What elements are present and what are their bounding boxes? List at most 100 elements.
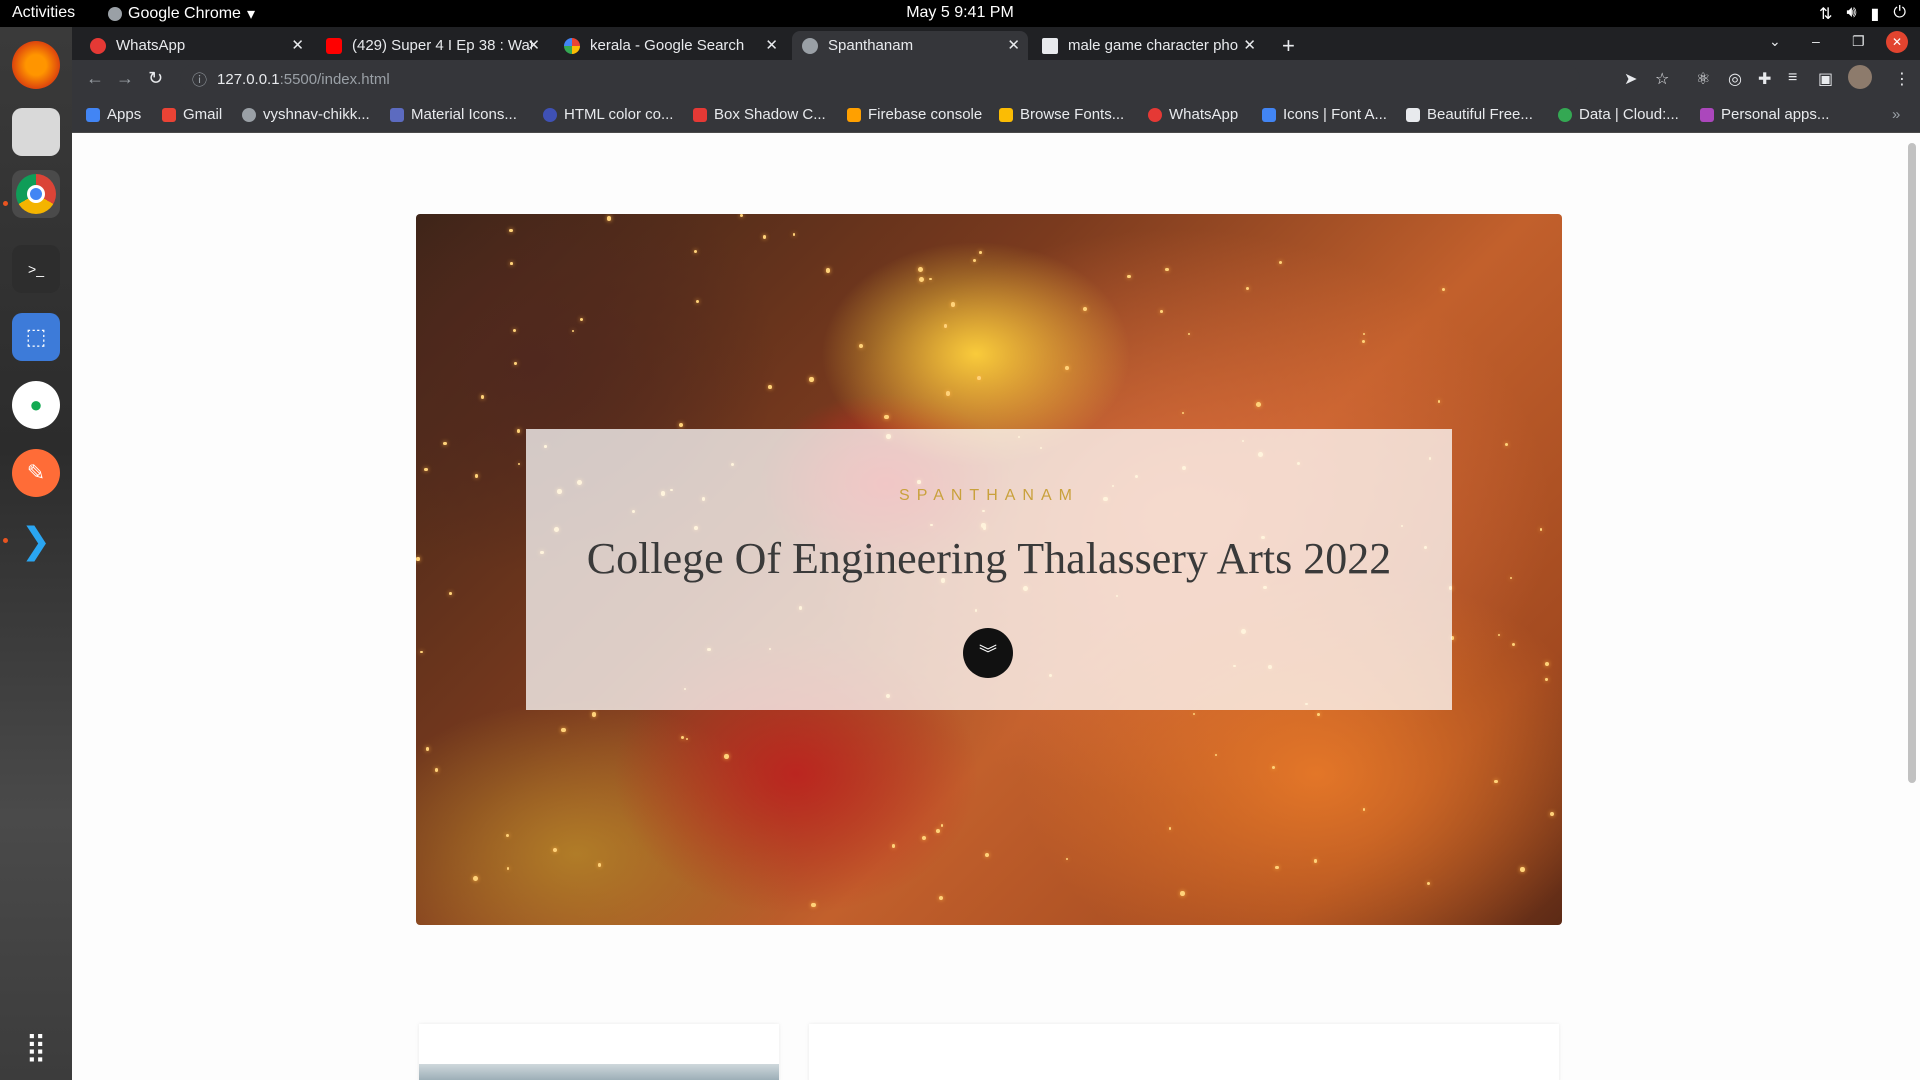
- spark-particle: [1214, 753, 1218, 757]
- close-icon[interactable]: ✕: [1007, 36, 1020, 54]
- address-bar[interactable]: ⓘ 127.0.0.1:5500/index.html: [180, 64, 1580, 94]
- bookmark-box-shadow[interactable]: Box Shadow C...: [693, 106, 826, 123]
- spark-particle: [938, 895, 944, 901]
- back-arrow-icon[interactable]: ←: [86, 68, 104, 89]
- spark-particle: [922, 836, 927, 841]
- show-apps-icon[interactable]: ⣿: [12, 1022, 60, 1070]
- close-icon[interactable]: ✕: [765, 36, 778, 54]
- clock[interactable]: May 5 9:41 PM: [906, 4, 1014, 22]
- content-card-image: [419, 1024, 779, 1080]
- bookmark-github[interactable]: vyshnav-chikk...: [242, 106, 370, 123]
- spark-particle: [792, 233, 796, 236]
- terminal-icon[interactable]: >_: [12, 245, 60, 293]
- send-tab-icon[interactable]: ➤: [1624, 69, 1637, 89]
- bookmark-data-cloud[interactable]: Data | Cloud:...: [1558, 106, 1679, 123]
- url-path: :5500/index.html: [279, 70, 390, 88]
- spark-particle: [435, 768, 439, 772]
- activities-button[interactable]: Activities: [12, 4, 75, 22]
- color-wheel-icon: [543, 107, 557, 122]
- extension-circle-icon[interactable]: ◎: [1728, 69, 1742, 89]
- font-awesome-flag-icon: [1262, 107, 1276, 122]
- youtube-favicon-icon: [326, 37, 342, 54]
- spark-particle: [443, 442, 447, 446]
- spark-particle: [592, 712, 597, 717]
- tab-spanthanam[interactable]: Spanthanam ✕: [792, 31, 1028, 60]
- postman-icon[interactable]: ✎: [12, 449, 60, 497]
- bookmark-label: Icons | Font A...: [1283, 106, 1387, 123]
- apps-grid-icon: [86, 107, 100, 122]
- vscode-icon[interactable]: ❯: [12, 517, 60, 565]
- whatsapp-favicon-icon: [90, 37, 106, 54]
- side-panel-icon[interactable]: ▣: [1818, 69, 1833, 89]
- spark-particle: [606, 216, 612, 221]
- scroll-down-button[interactable]: ︾: [963, 628, 1013, 678]
- box-shadow-icon: [693, 107, 707, 122]
- bookmark-gmail[interactable]: Gmail: [162, 106, 222, 123]
- unsplash-icon: [1406, 107, 1420, 122]
- bookmark-beautiful-free[interactable]: Beautiful Free...: [1406, 106, 1533, 123]
- spark-particle: [571, 330, 574, 333]
- kebab-menu-icon[interactable]: ⋮: [1894, 69, 1910, 89]
- tab-youtube[interactable]: (429) Super 4 I Ep 38 : Wat ✕: [316, 31, 548, 60]
- volume-icon: 🔊︎: [1846, 4, 1857, 21]
- close-icon[interactable]: ✕: [527, 36, 540, 54]
- react-devtools-icon[interactable]: ⚛: [1696, 69, 1710, 89]
- tab-whatsapp[interactable]: WhatsApp ✕: [80, 31, 312, 60]
- close-window-icon[interactable]: ✕: [1886, 31, 1908, 53]
- extensions-puzzle-icon[interactable]: ✚: [1758, 69, 1771, 89]
- spark-particle: [695, 300, 699, 303]
- close-icon[interactable]: ✕: [291, 36, 304, 54]
- tab-search-chevron-icon[interactable]: ⌄: [1769, 33, 1781, 50]
- spark-particle: [1187, 332, 1191, 336]
- spark-particle: [553, 847, 558, 852]
- close-icon[interactable]: ✕: [1243, 36, 1256, 54]
- chrome-icon: [108, 7, 122, 21]
- spark-particle: [762, 234, 767, 239]
- restore-icon[interactable]: ❐: [1852, 33, 1865, 50]
- bookmark-whatsapp[interactable]: WhatsApp: [1148, 106, 1238, 123]
- spark-particle: [685, 737, 689, 741]
- bookmark-browse-fonts[interactable]: Browse Fonts...: [999, 106, 1124, 123]
- chrome-dock-icon[interactable]: [12, 170, 60, 218]
- spark-particle: [1271, 765, 1276, 770]
- vertical-scrollbar[interactable]: [1908, 143, 1916, 783]
- profile-avatar[interactable]: [1848, 65, 1872, 89]
- bookmark-font-awesome[interactable]: Icons | Font A...: [1262, 106, 1387, 123]
- app-menu[interactable]: Google Chrome ▾: [108, 4, 255, 24]
- spark-particle: [1497, 633, 1501, 637]
- files-icon[interactable]: [12, 108, 60, 156]
- hero-section: SPANTHANAM College Of Engineering Thalas…: [416, 214, 1562, 925]
- bookmark-personal-apps[interactable]: Personal apps...: [1700, 106, 1829, 123]
- bookmark-star-icon[interactable]: ☆: [1655, 69, 1669, 89]
- content-card-text: [809, 1024, 1559, 1080]
- spark-particle: [1316, 712, 1320, 716]
- spark-particle: [425, 747, 429, 751]
- media-control-icon[interactable]: ≡: [1788, 69, 1797, 87]
- bookmark-html-color[interactable]: HTML color co...: [543, 106, 673, 123]
- spark-particle: [1083, 306, 1088, 312]
- bookmark-material-icons[interactable]: Material Icons...: [390, 106, 517, 123]
- tab-male-game-character[interactable]: male game character pho ✕: [1032, 31, 1264, 60]
- screenshot-icon[interactable]: ⬚: [12, 313, 60, 361]
- tab-title: male game character pho: [1068, 37, 1239, 54]
- site-info-icon[interactable]: ⓘ: [192, 69, 207, 90]
- bookmark-apps[interactable]: Apps: [86, 106, 141, 123]
- spark-particle: [936, 828, 940, 833]
- system-tray[interactable]: ⇅ 🔊︎ ▮ ⏻: [1819, 4, 1906, 24]
- new-tab-plus-icon[interactable]: +: [1282, 33, 1295, 59]
- minimize-icon[interactable]: –: [1812, 33, 1820, 49]
- tab-google-search[interactable]: kerala - Google Search ✕: [554, 31, 786, 60]
- spark-particle: [976, 376, 981, 380]
- spark-particle: [859, 343, 864, 348]
- firefox-icon[interactable]: [12, 41, 60, 89]
- mongodb-compass-icon[interactable]: ●: [12, 381, 60, 429]
- reload-icon[interactable]: ↻: [148, 68, 163, 89]
- spark-particle: [979, 250, 982, 254]
- spark-particle: [1193, 712, 1196, 715]
- gmail-icon: [162, 107, 176, 122]
- spark-particle: [693, 249, 697, 253]
- unsplash-favicon-icon: [1042, 37, 1058, 54]
- bookmarks-overflow-icon[interactable]: »: [1892, 106, 1900, 123]
- bookmark-firebase[interactable]: Firebase console: [847, 106, 982, 123]
- forward-arrow-icon[interactable]: →: [116, 68, 134, 89]
